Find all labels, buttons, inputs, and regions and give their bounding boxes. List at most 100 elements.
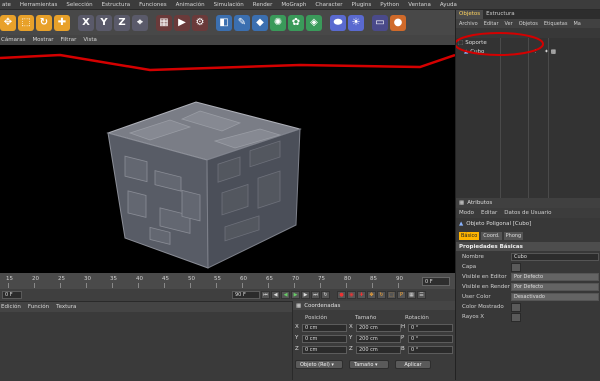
cube-icon[interactable]: ◧ (216, 14, 232, 31)
keyframe-selection-icon[interactable]: ✚ (357, 291, 366, 299)
timeline-tick-label: 40 (136, 276, 143, 282)
step-forward-icon[interactable]: ▶ (301, 291, 310, 299)
position-field[interactable]: 0 cm (302, 346, 347, 354)
camera-icon[interactable]: ⬬ (330, 14, 346, 31)
manager-tab[interactable]: Objetos (456, 10, 484, 19)
viewport-menu-item[interactable]: Vista (83, 37, 97, 43)
render-view-icon[interactable]: ▦ (156, 14, 172, 31)
rotation-field[interactable]: 0 ° (408, 324, 453, 332)
key-param-icon[interactable]: P (397, 291, 406, 299)
menu-item[interactable]: Python (380, 2, 399, 8)
add-icon[interactable]: ✚ (54, 14, 70, 31)
attribute-tab[interactable]: Phong (503, 232, 524, 240)
loop-icon[interactable]: ↻ (321, 291, 330, 299)
deformer-icon[interactable]: ✿ (288, 14, 304, 31)
z-axis-icon[interactable]: Z (114, 14, 130, 31)
size-field[interactable]: 200 cm (356, 324, 401, 332)
step-back-icon[interactable]: ◀ (271, 291, 280, 299)
viewport-menu-item[interactable]: Filtrar (60, 37, 76, 43)
manager-tab[interactable]: Estructura (483, 10, 518, 19)
timeline-menu-icon[interactable]: ☰ (417, 291, 426, 299)
floor-icon[interactable]: ▭ (372, 14, 388, 31)
size-mode-dropdown[interactable]: Tamaño ▾ (349, 360, 389, 369)
position-field[interactable]: 0 cm (302, 324, 347, 332)
timeline-tick-label: 80 (344, 276, 351, 282)
material-manager[interactable]: Edición Función Textura (0, 301, 292, 381)
rotation-field[interactable]: 0 ° (408, 335, 453, 343)
menu-item[interactable]: Estructura (102, 2, 131, 8)
go-to-end-icon[interactable]: ⏭ (311, 291, 320, 299)
menu-item[interactable]: Ventana (408, 2, 431, 8)
position-header: Posición (305, 315, 328, 321)
material-menu-item[interactable]: Textura (56, 304, 76, 312)
render-picture-viewer-icon[interactable]: ▶ (174, 14, 190, 31)
object-type-label: ▲ Objeto Poligonal [Cubo] (459, 221, 532, 227)
material-menu-item[interactable]: Edición (1, 304, 21, 312)
menu-item[interactable]: Herramientas (20, 2, 57, 8)
viewport-menu-item[interactable]: Cámaras (1, 37, 25, 43)
property-value-field[interactable]: Cubo (511, 253, 599, 261)
property-value-field[interactable]: Desactivado (511, 293, 599, 301)
render-sphere-icon[interactable]: ● (390, 14, 406, 31)
move-icon[interactable]: ✥ (0, 14, 16, 31)
material-menu-item[interactable]: Función (28, 304, 49, 312)
play-back-icon[interactable]: ◀ (281, 291, 290, 299)
menu-item[interactable]: Simulación (214, 2, 244, 8)
play-icon[interactable]: ▶ (291, 291, 300, 299)
viewport-menu-item[interactable]: Mostrar (32, 37, 53, 43)
display-color-swatch[interactable] (511, 303, 521, 312)
property-label: Capa (462, 263, 477, 270)
timeline[interactable]: 15 20 25 30 35 40 45 50 55 60 65 70 75 80 85 90 0 F (0, 273, 455, 289)
key-pla-icon[interactable]: ▦ (407, 291, 416, 299)
coordinate-mode-dropdown[interactable]: Objeto (Rel) ▾ (295, 360, 343, 369)
coordinate-system-icon[interactable]: ⌖ (132, 14, 148, 31)
menu-item[interactable]: Funciones (139, 2, 167, 8)
scale-icon[interactable]: ⬚ (18, 14, 34, 31)
xray-checkbox[interactable] (511, 313, 521, 322)
layer-field[interactable] (511, 263, 521, 272)
array-icon[interactable]: ✺ (270, 14, 286, 31)
x-axis-icon[interactable]: X (78, 14, 94, 31)
position-field[interactable]: 0 cm (302, 335, 347, 343)
end-frame-field[interactable]: 90 F (232, 291, 260, 299)
menu-item[interactable]: Selección (66, 2, 92, 8)
menu-item[interactable]: Character (315, 2, 342, 8)
attribute-tab[interactable]: Básico (459, 232, 480, 240)
attributes-menu-item[interactable]: Editar (481, 210, 497, 216)
light-icon[interactable]: ☀ (348, 14, 364, 31)
key-rotation-icon[interactable]: ↻ (377, 291, 386, 299)
autokey-icon[interactable]: ◉ (347, 291, 356, 299)
timeline-tick-label: 25 (58, 276, 65, 282)
current-frame-field[interactable]: 0 F (422, 277, 450, 286)
environment-icon[interactable]: ◈ (306, 14, 322, 31)
timeline-tick-mark (320, 283, 321, 288)
rotation-field[interactable]: 0 ° (408, 346, 453, 354)
start-frame-field[interactable]: 0 F (2, 291, 22, 299)
timeline-ruler[interactable]: 15 20 25 30 35 40 45 50 55 60 65 70 75 80 85 90 (0, 273, 420, 289)
attributes-menu-item[interactable]: Datos de Usuario (504, 210, 551, 216)
property-value-field[interactable]: Por Defecto (511, 283, 599, 291)
attribute-tab[interactable]: Coord. (481, 232, 502, 240)
menu-item[interactable]: ate (2, 2, 11, 8)
rotate-icon[interactable]: ↻ (36, 14, 52, 31)
menu-item[interactable]: MoGraph (281, 2, 306, 8)
menu-item[interactable]: Render (253, 2, 273, 8)
3d-viewport[interactable] (0, 45, 455, 273)
size-field[interactable]: 200 cm (356, 335, 401, 343)
y-axis-icon[interactable]: Y (96, 14, 112, 31)
subdivision-icon[interactable]: ◆ (252, 14, 268, 31)
go-to-start-icon[interactable]: ⏮ (261, 291, 270, 299)
size-field[interactable]: 200 cm (356, 346, 401, 354)
object-manager[interactable]: ⬚ Soporte ▲ Cubo ⁚ ✦ ▩ (456, 32, 600, 198)
menu-item[interactable]: Plugins (351, 2, 371, 8)
key-position-icon[interactable]: ✥ (367, 291, 376, 299)
attributes-menu-item[interactable]: Modo (459, 210, 474, 216)
render-settings-icon[interactable]: ⚙ (192, 14, 208, 31)
apply-button[interactable]: Aplicar (395, 360, 431, 369)
key-scale-icon[interactable]: ⬚ (387, 291, 396, 299)
spline-pen-icon[interactable]: ✎ (234, 14, 250, 31)
menu-item[interactable]: Animación (176, 2, 205, 8)
property-value-field[interactable]: Por Defecto (511, 273, 599, 281)
menu-item[interactable]: Ayuda (440, 2, 457, 8)
record-icon[interactable]: ● (337, 291, 346, 299)
